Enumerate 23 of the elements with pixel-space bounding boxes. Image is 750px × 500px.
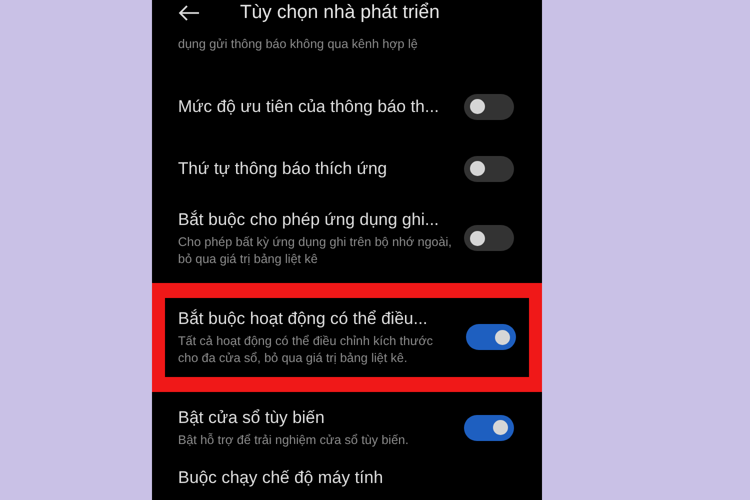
setting-row[interactable]: Bắt buộc cho phép ứng dụng ghi... Cho phép bất kỳ ứng dụng ghi trên bộ nhớ ngoài, bỏ qua giá trị bảng liệt kê <box>152 200 542 277</box>
toggle-switch[interactable] <box>464 94 514 120</box>
setting-description: dụng gửi thông báo không qua kênh hợp lệ <box>177 36 419 53</box>
setting-row[interactable]: Bắt buộc hoạt động có thể điều... Tất cả hoạt động có thể điều chỉnh kích thước cho đa cửa sổ, bỏ qua giá trị bảng liệt kê. <box>165 298 529 377</box>
setting-title: Mức độ ưu tiên của thông báo th... <box>178 96 440 118</box>
setting-row[interactable]: Bật cửa sổ tùy biến Bật hỗ trợ để trải nghiệm cửa sổ tùy biến. <box>152 398 542 458</box>
setting-description: Bật hỗ trợ để trải nghiệm cửa sổ tùy biến. <box>178 432 410 449</box>
setting-description: Cho phép bất kỳ ứng dụng ghi trên bộ nhớ ngoài, bỏ qua giá trị bảng liệt kê <box>178 234 453 268</box>
setting-description: Tất cả hoạt động có thể điều chỉnh kích thước cho đa cửa sổ, bỏ qua giá trị bảng liệt kê. <box>178 332 434 367</box>
setting-title: Bắt buộc hoạt động có thể điều... <box>178 308 429 330</box>
setting-row[interactable]: Thứ tự thông báo thích ứng <box>152 138 542 200</box>
toggle-switch[interactable] <box>466 324 516 350</box>
toggle-switch[interactable] <box>464 156 514 182</box>
setting-title: Buộc chạy chế độ máy tính <box>178 466 384 489</box>
setting-title: Bật cửa sổ tùy biến <box>178 406 326 429</box>
setting-row[interactable]: Mức độ ưu tiên của thông báo th... <box>152 76 542 138</box>
screen-title: Tùy chọn nhà phát triển <box>240 0 440 25</box>
setting-title: Thứ tự thông báo thích ứng <box>178 158 388 180</box>
toggle-switch[interactable] <box>464 414 514 441</box>
toggle-switch[interactable] <box>464 225 514 252</box>
back-button[interactable] <box>178 5 200 21</box>
setting-row[interactable]: Buộc chạy chế độ máy tính <box>152 458 542 498</box>
setting-title: Bắt buộc cho phép ứng dụng ghi... <box>178 208 440 231</box>
